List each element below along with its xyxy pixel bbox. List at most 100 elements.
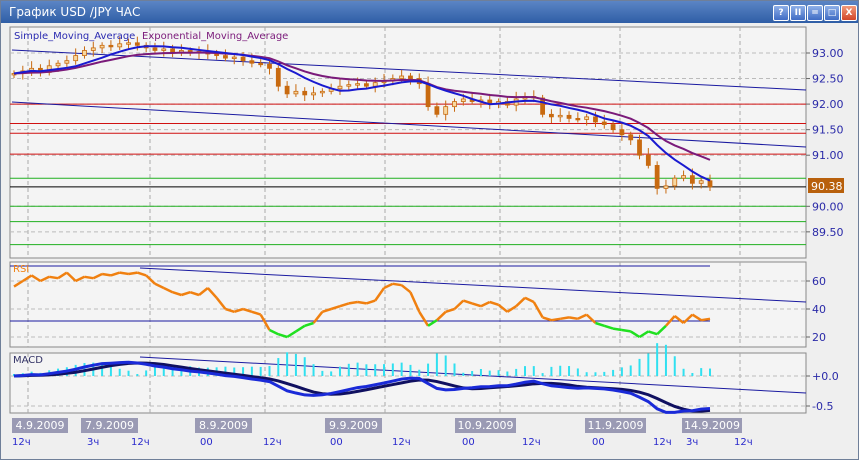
rsi-segment bbox=[84, 275, 94, 280]
candle bbox=[108, 44, 114, 48]
candle bbox=[284, 85, 290, 95]
date-label: 7.9.2009 bbox=[81, 418, 138, 433]
candle bbox=[672, 177, 678, 187]
rsi-segment bbox=[49, 275, 59, 280]
hour-label: 00 bbox=[592, 437, 605, 448]
current-price-label: 90.38 bbox=[811, 180, 843, 193]
candle bbox=[64, 60, 70, 64]
hour-label: 12ч bbox=[12, 437, 31, 448]
rsi-segment bbox=[568, 316, 579, 321]
candle bbox=[249, 60, 255, 64]
candle bbox=[689, 175, 695, 184]
candle bbox=[434, 106, 440, 115]
candle bbox=[337, 85, 343, 90]
rsi-segment bbox=[700, 317, 711, 322]
candle bbox=[240, 56, 246, 62]
candle bbox=[293, 90, 299, 95]
price-axis-label: 90.00 bbox=[812, 200, 844, 213]
candle bbox=[319, 90, 325, 94]
hour-label: 00 bbox=[462, 437, 475, 448]
price-axis-label: 89.50 bbox=[812, 226, 844, 239]
rsi-segment bbox=[357, 300, 367, 305]
candle bbox=[126, 42, 131, 45]
candle bbox=[355, 83, 360, 86]
price-axis-label: 92.00 bbox=[812, 98, 844, 111]
price-panel bbox=[9, 26, 807, 259]
price-axis-label: 92.50 bbox=[812, 73, 844, 86]
sma-legend: Simple_Moving_Average bbox=[14, 31, 135, 42]
candle bbox=[584, 116, 590, 120]
candle bbox=[601, 121, 607, 125]
rsi-segment bbox=[348, 300, 358, 305]
candle bbox=[645, 154, 651, 166]
candle bbox=[408, 75, 413, 79]
candle bbox=[575, 118, 581, 121]
candle bbox=[302, 90, 308, 96]
price-axis-label: 91.50 bbox=[812, 124, 844, 137]
candle bbox=[311, 92, 316, 96]
candle bbox=[267, 63, 272, 69]
hour-label: 00 bbox=[200, 437, 213, 448]
hour-label: 12ч bbox=[734, 437, 753, 448]
candle bbox=[698, 180, 704, 184]
candle bbox=[73, 55, 79, 62]
ema-legend: Exponential_Moving_Average bbox=[142, 31, 288, 42]
macd-label: MACD bbox=[13, 355, 43, 366]
candle bbox=[663, 185, 669, 189]
candle bbox=[161, 48, 167, 51]
candle bbox=[82, 50, 87, 56]
candle bbox=[443, 106, 449, 115]
candle bbox=[460, 98, 466, 102]
rsi-axis-label: 60 bbox=[812, 275, 826, 288]
macd-axis-label: -0.5 bbox=[812, 400, 833, 413]
candle bbox=[619, 129, 625, 136]
candle bbox=[399, 75, 405, 79]
rsi-segment bbox=[128, 271, 138, 276]
candle bbox=[372, 82, 378, 87]
candle bbox=[549, 113, 554, 118]
hour-label: 12ч bbox=[392, 437, 411, 448]
hour-label: 3ч bbox=[87, 437, 100, 448]
candle bbox=[223, 55, 228, 59]
candle bbox=[628, 134, 634, 141]
macd-axis-label: +0.0 bbox=[812, 370, 839, 383]
candle bbox=[364, 83, 369, 87]
chart-area[interactable]: Simple_Moving_Average Exponential_Moving… bbox=[0, 0, 859, 460]
candle bbox=[231, 56, 237, 59]
candle bbox=[152, 47, 158, 51]
candle bbox=[425, 83, 431, 108]
candle bbox=[55, 62, 61, 67]
rsi-segment bbox=[101, 272, 112, 277]
rsi-axis-label: 20 bbox=[812, 331, 826, 344]
candle bbox=[214, 53, 220, 56]
date-label: 4.9.2009 bbox=[12, 418, 68, 433]
candle bbox=[707, 180, 713, 188]
date-label: 8.9.2009 bbox=[195, 418, 252, 433]
hour-label: 12ч bbox=[131, 437, 150, 448]
candle bbox=[134, 42, 140, 46]
candle bbox=[90, 47, 96, 51]
date-label: 10.9.2009 bbox=[455, 418, 516, 433]
rsi-axis-label: 40 bbox=[812, 303, 826, 316]
rsi-segment bbox=[612, 327, 623, 332]
rsi-segment bbox=[560, 316, 570, 321]
price-axis-label: 91.00 bbox=[812, 149, 844, 162]
candle bbox=[557, 114, 563, 118]
candle bbox=[681, 175, 686, 179]
candle bbox=[99, 44, 105, 49]
candle bbox=[566, 114, 572, 119]
hour-label: 3ч bbox=[686, 437, 699, 448]
candle bbox=[346, 84, 352, 87]
hour-label: 00 bbox=[330, 437, 343, 448]
candle bbox=[170, 48, 175, 53]
hour-label: 12ч bbox=[263, 437, 282, 448]
candle bbox=[117, 43, 123, 48]
rsi-segment bbox=[119, 271, 129, 276]
hour-label: 12ч bbox=[653, 437, 672, 448]
candle bbox=[654, 165, 660, 189]
candle bbox=[610, 124, 616, 131]
candle bbox=[275, 67, 281, 87]
rsi-label: RSI bbox=[13, 264, 29, 275]
candle bbox=[258, 62, 264, 66]
date-label: 11.9.2009 bbox=[585, 418, 646, 433]
